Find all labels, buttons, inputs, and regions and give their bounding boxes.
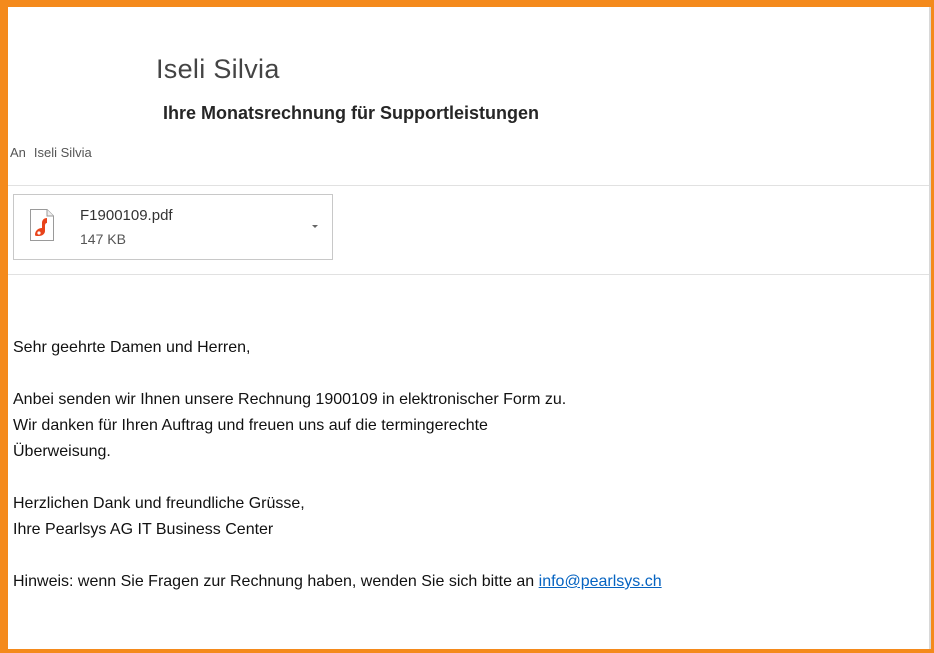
note-text: Hinweis: wenn Sie Fragen zur Rechnung ha… xyxy=(13,573,539,590)
recipient-row: An Iseli Silvia xyxy=(10,145,92,160)
chevron-down-icon[interactable] xyxy=(308,219,322,233)
attachment-file-name: F1900109.pdf xyxy=(80,207,173,224)
body-line: Wir danken für Ihren Auftrag und freuen … xyxy=(13,417,488,434)
body-closing: Herzlichen Dank und freundliche Grüsse, xyxy=(13,495,305,512)
pdf-icon xyxy=(30,209,54,241)
header-divider xyxy=(8,185,929,186)
sender-name[interactable]: Iseli Silvia xyxy=(156,54,280,85)
to-label: An xyxy=(10,145,26,160)
email-link[interactable]: info@pearlsys.ch xyxy=(539,573,662,590)
body-line: Anbei senden wir Ihnen unsere Rechnung 1… xyxy=(13,391,567,408)
body-greeting: Sehr geehrte Damen und Herren, xyxy=(13,339,251,356)
attachment-divider xyxy=(8,274,929,275)
highlight-border-bottom xyxy=(0,649,934,653)
highlight-border-top xyxy=(0,0,934,7)
body-signature: Ihre Pearlsys AG IT Business Center xyxy=(13,521,274,538)
highlight-border-left xyxy=(0,0,8,653)
attachment-card[interactable]: F1900109.pdf 147 KB xyxy=(13,194,333,260)
body-note: Hinweis: wenn Sie Fragen zur Rechnung ha… xyxy=(13,569,662,595)
attachment-file-size: 147 KB xyxy=(80,231,126,247)
email-body: Sehr geehrte Damen und Herren, Anbei sen… xyxy=(13,335,662,595)
email-subject: Ihre Monatsrechnung für Supportleistunge… xyxy=(163,103,540,123)
window-shadow xyxy=(929,7,931,649)
recipient-name[interactable]: Iseli Silvia xyxy=(34,145,92,160)
body-line: Überweisung. xyxy=(13,443,111,460)
email-reading-pane: Iseli Silvia Ihre Monatsrechnung für Sup… xyxy=(8,7,929,649)
